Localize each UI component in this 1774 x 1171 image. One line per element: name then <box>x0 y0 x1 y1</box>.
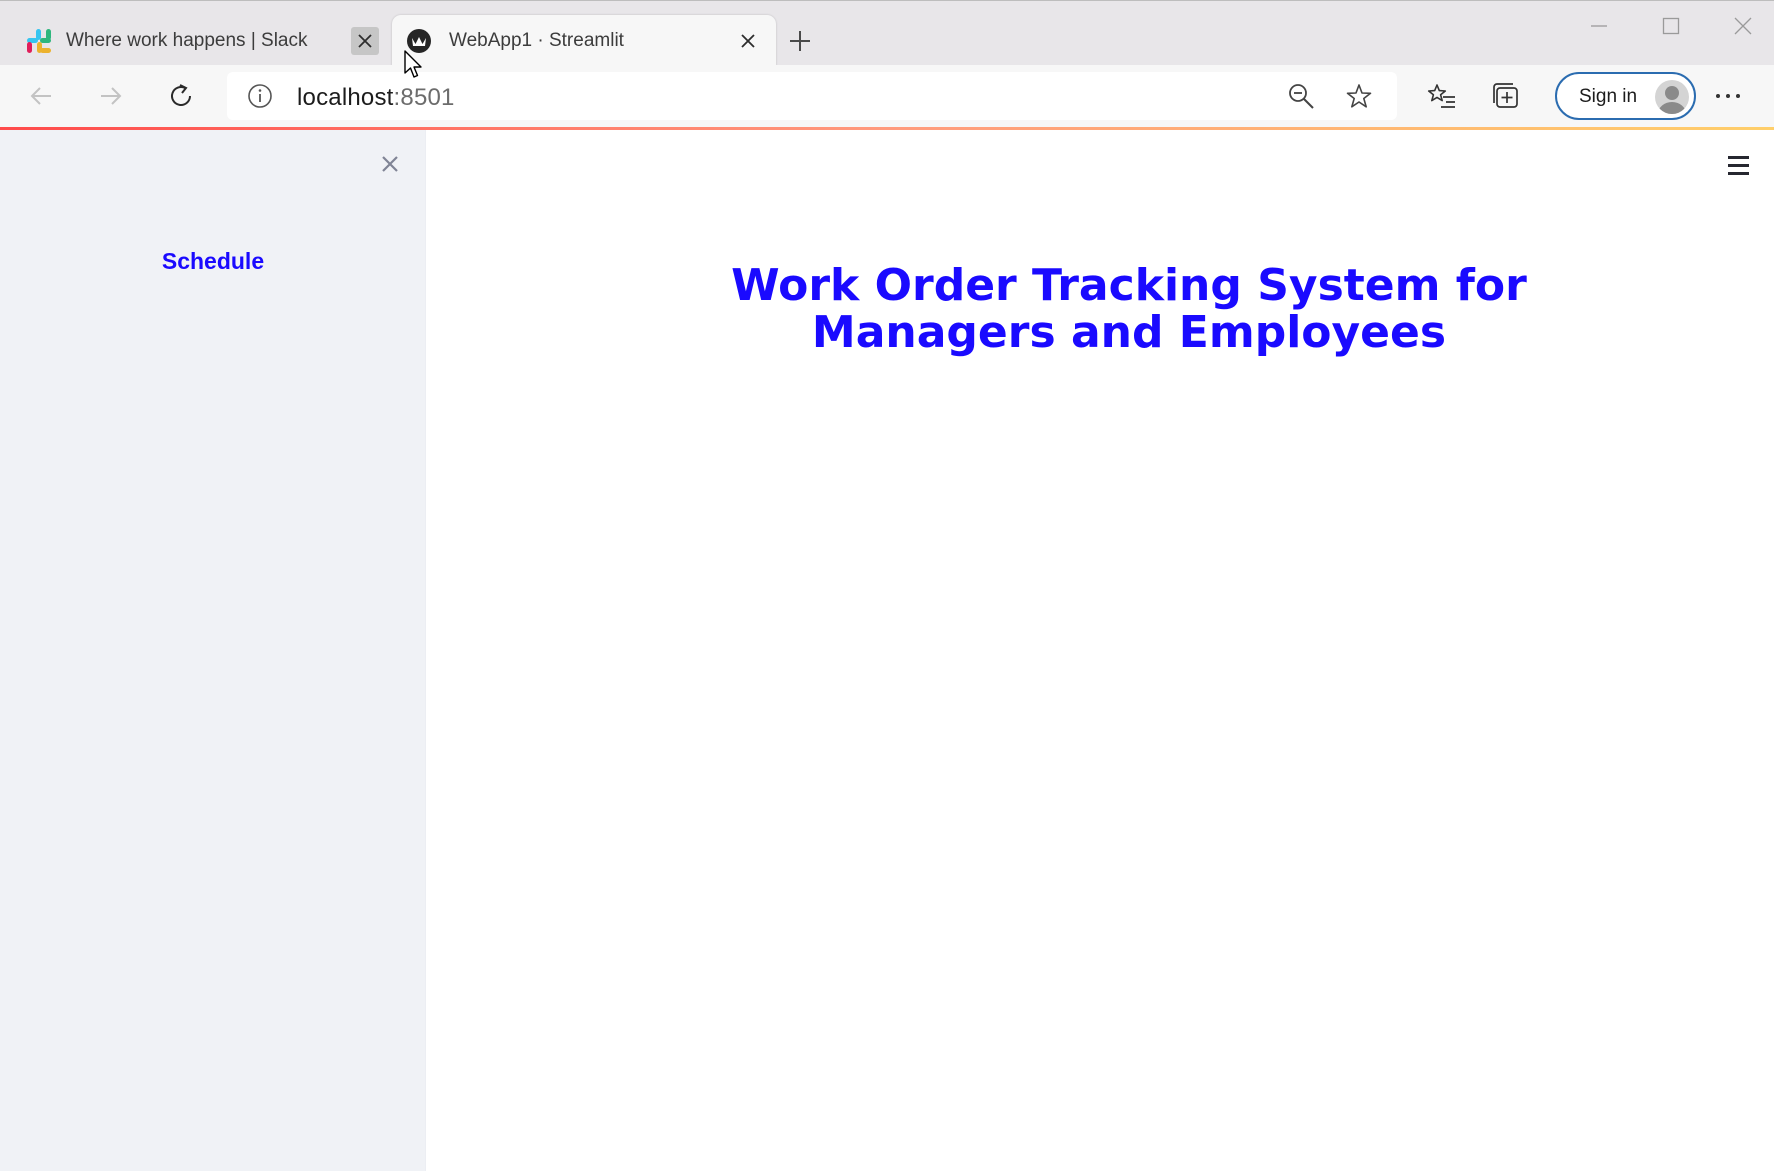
favorites-list-icon <box>1427 84 1455 108</box>
site-info-icon[interactable] <box>247 83 273 114</box>
forward-arrow-icon <box>101 87 122 105</box>
maximize-icon <box>1662 17 1680 35</box>
address-bar[interactable]: localhost:8501 <box>227 72 1397 120</box>
close-tab-icon[interactable] <box>734 27 762 55</box>
page-title: Work Order Tracking System for Managers … <box>596 262 1662 356</box>
sidebar-item-schedule[interactable]: Schedule <box>0 248 426 275</box>
tab-strip: Where work happens | Slack WebApp1 · Str… <box>0 0 1774 66</box>
close-sidebar-button[interactable] <box>376 150 404 178</box>
main-menu-button[interactable] <box>1723 151 1753 179</box>
tab-title: Where work happens | Slack <box>66 30 308 51</box>
profile-avatar-icon <box>1655 80 1689 114</box>
close-icon <box>1734 17 1752 35</box>
plus-icon <box>790 31 810 51</box>
close-icon <box>382 156 398 172</box>
sidebar: Schedule <box>0 130 426 1171</box>
refresh-button[interactable] <box>163 78 199 114</box>
tab-streamlit[interactable]: WebApp1 · Streamlit <box>392 15 776 66</box>
zoom-icon[interactable] <box>1287 82 1315 115</box>
url-port: :8501 <box>393 84 455 111</box>
refresh-icon <box>171 84 191 106</box>
tab-title: WebApp1 · Streamlit <box>449 30 624 51</box>
favorite-star-icon[interactable] <box>1345 82 1373 115</box>
main-content: Work Order Tracking System for Managers … <box>426 130 1774 1171</box>
new-tab-button[interactable] <box>784 25 816 57</box>
hamburger-menu-icon <box>1727 155 1749 159</box>
browser-toolbar: localhost:8501 Sign in <box>0 65 1774 127</box>
settings-more-button[interactable] <box>1710 78 1746 114</box>
maximize-button[interactable] <box>1648 13 1694 39</box>
minimize-button[interactable] <box>1576 13 1622 39</box>
mouse-cursor-icon <box>404 50 424 80</box>
page-title-line-1: Work Order Tracking System for <box>731 260 1527 311</box>
close-window-button[interactable] <box>1720 13 1766 39</box>
sign-in-label: Sign in <box>1579 86 1638 107</box>
sign-in-button[interactable]: Sign in <box>1555 72 1696 120</box>
more-dots-icon <box>1716 94 1740 98</box>
tab-slack[interactable]: Where work happens | Slack <box>12 15 386 66</box>
collections-button[interactable] <box>1488 78 1524 114</box>
slack-icon <box>26 28 52 54</box>
favorites-button[interactable] <box>1424 78 1460 114</box>
back-button[interactable] <box>23 78 59 114</box>
page-title-line-2: Managers and Employees <box>811 307 1447 358</box>
close-tab-icon[interactable] <box>351 27 379 55</box>
minimize-icon <box>1591 25 1607 27</box>
url-host: localhost <box>297 84 394 111</box>
collections-icon <box>1493 83 1518 108</box>
forward-button[interactable] <box>93 78 129 114</box>
url-text: localhost:8501 <box>297 84 455 112</box>
back-arrow-icon <box>30 87 51 105</box>
